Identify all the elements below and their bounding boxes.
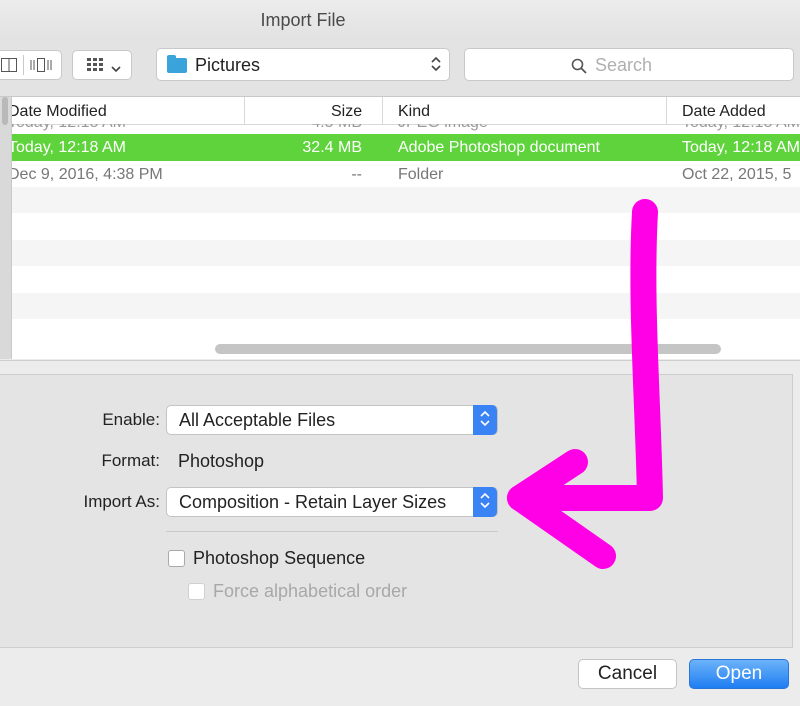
cell-date-modified: Today, 12:18 AM: [8, 124, 126, 132]
cell-date-added: Today, 12:18 AM: [682, 139, 800, 156]
toolbar: Pictures Search: [0, 40, 800, 97]
cell-size: 32.4 MB: [302, 139, 362, 156]
cell-kind: Folder: [398, 166, 444, 183]
cancel-button[interactable]: Cancel: [578, 659, 677, 689]
empty-row: [12, 240, 800, 266]
import-as-value: Composition - Retain Layer Sizes: [179, 492, 447, 512]
open-button[interactable]: Open: [689, 659, 789, 689]
column-header-kind[interactable]: Kind: [398, 103, 430, 121]
sidebar-edge: [0, 97, 12, 359]
search-icon: [571, 58, 587, 79]
cell-date-added: Oct 22, 2015, 5: [682, 166, 792, 183]
photoshop-sequence-label: Photoshop Sequence: [193, 548, 366, 568]
options-separator: [166, 531, 498, 532]
cover-flow-view-icon[interactable]: [29, 58, 53, 77]
horizontal-scrollbar-thumb[interactable]: [215, 344, 721, 354]
enable-popup[interactable]: All Acceptable Files: [166, 405, 498, 435]
cell-size: --: [351, 166, 362, 183]
format-label: Format:: [101, 451, 160, 470]
arrange-menu-button[interactable]: [72, 50, 132, 80]
updown-arrows-icon: [473, 405, 497, 435]
cell-size: 4.5 MB: [311, 124, 362, 132]
grid-icon: [87, 58, 105, 77]
empty-row: [12, 187, 800, 213]
chevron-down-icon: [111, 60, 121, 78]
table-row-selected[interactable]: Today, 12:18 AM 32.4 MB Adobe Photoshop …: [0, 134, 800, 161]
column-view-icon[interactable]: [1, 58, 17, 77]
cell-date-added: Today, 12:18 AM: [682, 124, 800, 132]
search-field[interactable]: Search: [464, 48, 794, 81]
cell-kind: Adobe Photoshop document: [398, 139, 600, 156]
force-alphabetical-checkbox[interactable]: [188, 583, 205, 600]
photoshop-sequence-checkbox[interactable]: [168, 550, 185, 567]
updown-arrows-icon: [431, 55, 441, 74]
table-row[interactable]: Today, 12:18 AM 4.5 MB JPEG image Today,…: [0, 124, 800, 134]
column-divider[interactable]: [666, 97, 667, 124]
cell-kind: JPEG image: [398, 124, 488, 132]
search-placeholder: Search: [595, 55, 653, 75]
cell-date-modified: Dec 9, 2016, 4:38 PM: [8, 166, 163, 183]
column-header-size[interactable]: Size: [331, 103, 362, 121]
view-mode-segmented-control: [0, 50, 62, 80]
location-popup[interactable]: Pictures: [156, 48, 450, 81]
column-divider[interactable]: [382, 97, 383, 124]
table-row[interactable]: Dec 9, 2016, 4:38 PM -- Folder Oct 22, 2…: [0, 161, 800, 188]
import-options-panel: Enable: All Acceptable Files Format: Pho…: [0, 374, 793, 648]
window-title: Import File: [260, 10, 346, 30]
force-alphabetical-label: Force alphabetical order: [213, 581, 408, 601]
updown-arrows-icon: [473, 487, 497, 517]
vertical-scrollbar-thumb[interactable]: [2, 97, 8, 125]
column-header-date-modified[interactable]: Date Modified: [8, 103, 107, 121]
enable-value: All Acceptable Files: [179, 410, 336, 430]
enable-label: Enable:: [102, 410, 160, 429]
column-divider[interactable]: [244, 97, 245, 124]
column-header-row: Date Modified Size Kind Date Added: [0, 97, 800, 125]
import-as-label: Import As:: [83, 492, 160, 511]
title-bar: Import File: [0, 0, 800, 40]
segment-divider: [23, 55, 24, 75]
cell-date-modified: Today, 12:18 AM: [8, 139, 126, 156]
empty-row: [12, 293, 800, 319]
column-header-date-added[interactable]: Date Added: [682, 103, 766, 121]
import-as-popup[interactable]: Composition - Retain Layer Sizes: [166, 487, 498, 517]
location-label: Pictures: [195, 55, 261, 75]
folder-icon: [167, 55, 187, 73]
format-value: Photoshop: [178, 451, 265, 471]
